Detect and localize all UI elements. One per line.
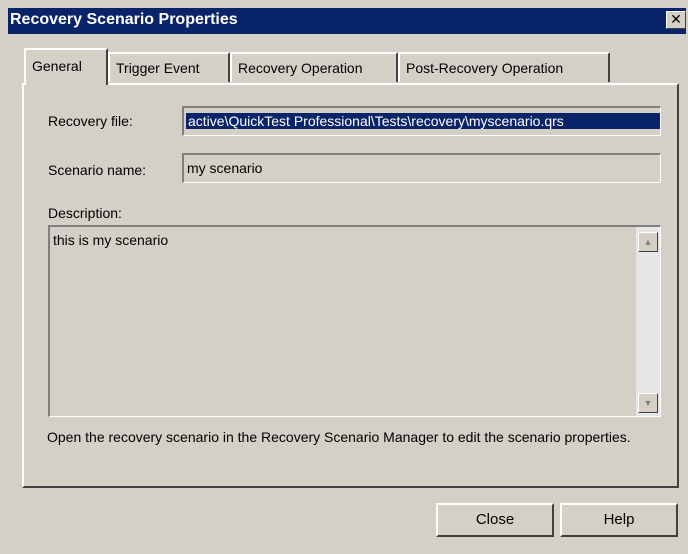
description-scrollbar[interactable]: ▲ ▼	[636, 227, 660, 416]
scroll-up-arrow-icon: ▲	[643, 237, 653, 247]
window-title: Recovery Scenario Properties	[10, 11, 238, 28]
scenario-name-field[interactable]: my scenario	[182, 153, 661, 183]
description-value: this is my scenario	[53, 232, 169, 248]
tab-trigger-event-label: Trigger Event	[116, 60, 200, 76]
close-window-button[interactable]: ✕	[666, 11, 686, 29]
help-button-label: Help	[603, 511, 635, 528]
recovery-file-field[interactable]: active\QuickTest Professional\Tests\reco…	[182, 106, 661, 136]
scenario-name-label: Scenario name:	[48, 162, 147, 178]
help-button[interactable]: Help	[560, 503, 678, 537]
close-button-label: Close	[475, 511, 515, 528]
tab-post-recovery-operation-label: Post-Recovery Operation	[406, 60, 564, 76]
scroll-down-button[interactable]: ▼	[638, 393, 658, 413]
tab-general[interactable]: General	[24, 48, 108, 85]
tab-recovery-operation-label: Recovery Operation	[238, 60, 363, 76]
close-button[interactable]: Close	[436, 503, 554, 537]
tab-post-recovery-operation[interactable]: Post-Recovery Operation	[398, 52, 610, 82]
scenario-name-value: my scenario	[187, 160, 263, 176]
title-bar: Recovery Scenario Properties ✕	[8, 8, 686, 34]
close-icon: ✕	[670, 11, 682, 27]
recovery-scenario-properties-dialog: Recovery Scenario Properties ✕ General T…	[0, 0, 688, 554]
tab-trigger-event[interactable]: Trigger Event	[108, 52, 230, 82]
edit-hint-text: Open the recovery scenario in the Recove…	[47, 429, 631, 445]
scroll-up-button[interactable]: ▲	[638, 232, 658, 252]
tab-recovery-operation[interactable]: Recovery Operation	[230, 52, 398, 82]
description-textarea[interactable]: this is my scenario ▲ ▼	[48, 225, 661, 417]
recovery-file-label: Recovery file:	[48, 113, 133, 129]
tab-general-label: General	[32, 58, 82, 74]
scroll-down-arrow-icon: ▼	[643, 398, 653, 408]
recovery-file-value: active\QuickTest Professional\Tests\reco…	[186, 113, 660, 129]
description-label: Description:	[48, 205, 122, 221]
